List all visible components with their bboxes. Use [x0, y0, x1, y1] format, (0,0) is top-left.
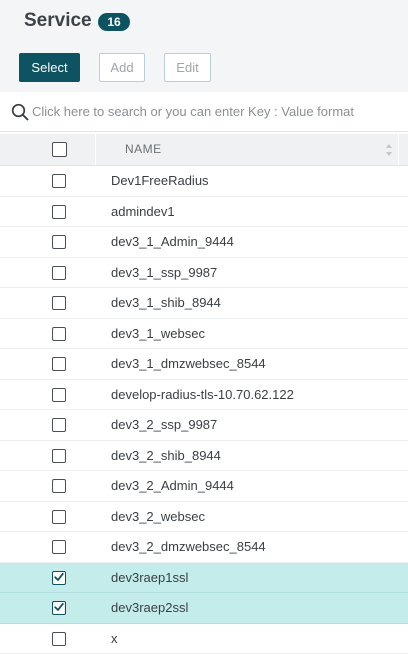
row-checkbox[interactable]	[52, 296, 66, 310]
row-checkbox[interactable]	[52, 388, 66, 402]
column-resize-handle[interactable]	[398, 134, 399, 165]
row-checkbox[interactable]	[52, 418, 66, 432]
table-row[interactable]: dev3raep2ssl	[0, 593, 408, 624]
select-all-cell	[0, 134, 95, 165]
row-checkbox[interactable]	[52, 235, 66, 249]
search-bar	[0, 92, 408, 132]
table-row[interactable]: dev3_2_shib_8944	[0, 441, 408, 472]
row-checkbox[interactable]	[52, 540, 66, 554]
table-row[interactable]: dev3raep1ssl	[0, 563, 408, 594]
row-checkbox[interactable]	[52, 479, 66, 493]
service-name[interactable]: dev3_1_ssp_9987	[111, 265, 217, 280]
row-checkbox[interactable]	[52, 357, 66, 371]
column-header-name[interactable]: NAME	[125, 142, 162, 156]
services-table: NAME Dev1FreeRadius admindev1 dev3_1_Admin…	[0, 134, 408, 654]
page-header: Service 16	[0, 0, 408, 44]
search-icon[interactable]	[11, 103, 29, 121]
table-row[interactable]: x	[0, 624, 408, 654]
row-checkbox[interactable]	[52, 632, 66, 646]
service-name[interactable]: dev3_1_websec	[111, 326, 205, 341]
service-name[interactable]: admindev1	[111, 204, 175, 219]
table-body: Dev1FreeRadius admindev1 dev3_1_Admin_9444…	[0, 166, 408, 654]
service-name[interactable]: dev3_2_websec	[111, 509, 205, 524]
service-name[interactable]: dev3_2_Admin_9444	[111, 478, 234, 493]
table-row[interactable]: develop-radius-tls-10.70.62.122	[0, 380, 408, 411]
service-name[interactable]: dev3_1_Admin_9444	[111, 234, 234, 249]
table-row[interactable]: admindev1	[0, 197, 408, 228]
row-checkbox[interactable]	[52, 449, 66, 463]
service-name[interactable]: Dev1FreeRadius	[111, 173, 209, 188]
row-checkbox[interactable]	[52, 205, 66, 219]
column-divider	[95, 134, 96, 165]
service-name[interactable]: dev3raep1ssl	[111, 570, 188, 585]
service-name[interactable]: dev3_2_dmzwebsec_8544	[111, 539, 266, 554]
row-checkbox[interactable]	[52, 174, 66, 188]
table-row[interactable]: dev3_1_Admin_9444	[0, 227, 408, 258]
service-name[interactable]: dev3raep2ssl	[111, 600, 188, 615]
service-name[interactable]: dev3_1_shib_8944	[111, 295, 221, 310]
select-button[interactable]: Select	[19, 53, 80, 82]
edit-button[interactable]: Edit	[164, 53, 211, 82]
row-checkbox[interactable]	[52, 327, 66, 341]
table-row[interactable]: dev3_1_shib_8944	[0, 288, 408, 319]
sort-icon[interactable]	[385, 143, 393, 157]
search-input[interactable]	[32, 100, 402, 122]
table-row[interactable]: dev3_1_websec	[0, 319, 408, 350]
table-row[interactable]: dev3_2_ssp_9987	[0, 410, 408, 441]
table-row[interactable]: dev3_2_dmzwebsec_8544	[0, 532, 408, 563]
service-name[interactable]: dev3_2_ssp_9987	[111, 417, 217, 432]
service-name[interactable]: dev3_2_shib_8944	[111, 448, 221, 463]
check-icon	[54, 602, 64, 612]
check-icon	[54, 572, 64, 582]
table-header: NAME	[0, 134, 408, 166]
row-checkbox[interactable]	[52, 266, 66, 280]
toolbar: Select Add Edit	[0, 44, 408, 92]
row-checkbox[interactable]	[52, 510, 66, 524]
row-checkbox[interactable]	[52, 571, 66, 585]
service-name[interactable]: develop-radius-tls-10.70.62.122	[111, 387, 294, 402]
table-row[interactable]: dev3_2_Admin_9444	[0, 471, 408, 502]
select-all-checkbox[interactable]	[52, 142, 67, 157]
table-row[interactable]: dev3_1_ssp_9987	[0, 258, 408, 289]
service-name[interactable]: dev3_1_dmzwebsec_8544	[111, 356, 266, 371]
service-name[interactable]: x	[111, 631, 118, 646]
table-row[interactable]: dev3_1_dmzwebsec_8544	[0, 349, 408, 380]
table-row[interactable]: Dev1FreeRadius	[0, 166, 408, 197]
add-button[interactable]: Add	[99, 53, 145, 82]
page-title: Service	[24, 10, 92, 32]
count-badge: 16	[98, 13, 130, 31]
row-checkbox[interactable]	[52, 601, 66, 615]
table-row[interactable]: dev3_2_websec	[0, 502, 408, 533]
